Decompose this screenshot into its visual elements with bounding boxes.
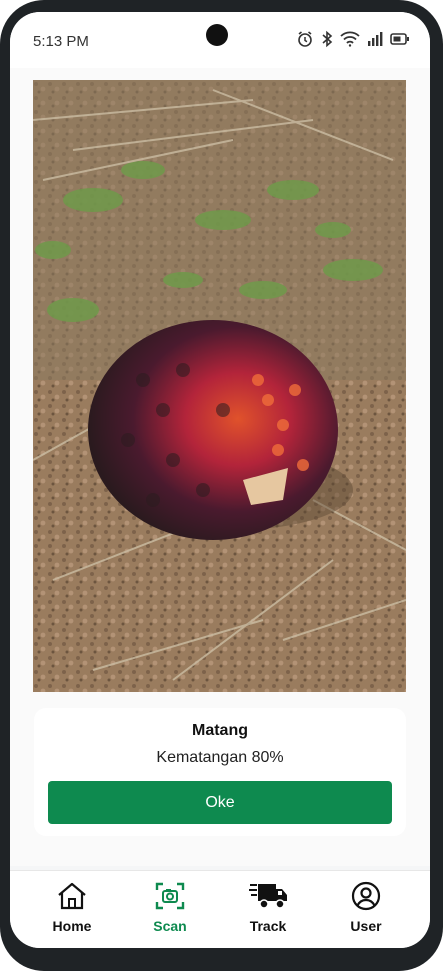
- status-time: 5:13 PM: [33, 33, 89, 50]
- battery-icon: [390, 32, 410, 51]
- nav-item-scan[interactable]: Scan: [130, 881, 210, 934]
- ripeness-percentage: Kematangan 80%: [156, 749, 284, 766]
- bluetooth-icon: [321, 30, 333, 53]
- ok-button[interactable]: Oke: [48, 781, 392, 824]
- status-icons: [296, 30, 410, 53]
- nav-label-user: User: [350, 918, 382, 934]
- user-icon: [350, 881, 382, 915]
- alarm-icon: [296, 30, 314, 53]
- status-bar: 5:13 PM: [10, 12, 430, 68]
- oil-palm-fruit-bunch-photo: [33, 80, 406, 692]
- ripeness-status: Matang: [192, 722, 248, 739]
- scanned-photo: [33, 80, 406, 692]
- scan-icon: [154, 882, 186, 915]
- nav-item-home[interactable]: Home: [32, 881, 112, 934]
- result-card: Matang Kematangan 80% Oke: [34, 708, 406, 836]
- screen: 5:13 PM Matang Kematangan 80% Oke Home S…: [10, 12, 430, 948]
- nav-label-scan: Scan: [153, 918, 187, 934]
- scan-result-content: Matang Kematangan 80% Oke: [10, 68, 430, 866]
- home-icon: [56, 882, 88, 915]
- truck-icon: [248, 884, 288, 915]
- nav-item-track[interactable]: Track: [228, 881, 308, 934]
- signal-icon: [367, 32, 383, 51]
- phone-frame: 5:13 PM Matang Kematangan 80% Oke Home S…: [0, 0, 443, 971]
- bottom-nav: Home Scan Track User: [10, 870, 430, 948]
- nav-label-home: Home: [52, 918, 92, 934]
- nav-label-track: Track: [249, 918, 287, 934]
- wifi-icon: [340, 31, 360, 52]
- nav-item-user[interactable]: User: [326, 881, 406, 934]
- front-camera: [206, 24, 228, 46]
